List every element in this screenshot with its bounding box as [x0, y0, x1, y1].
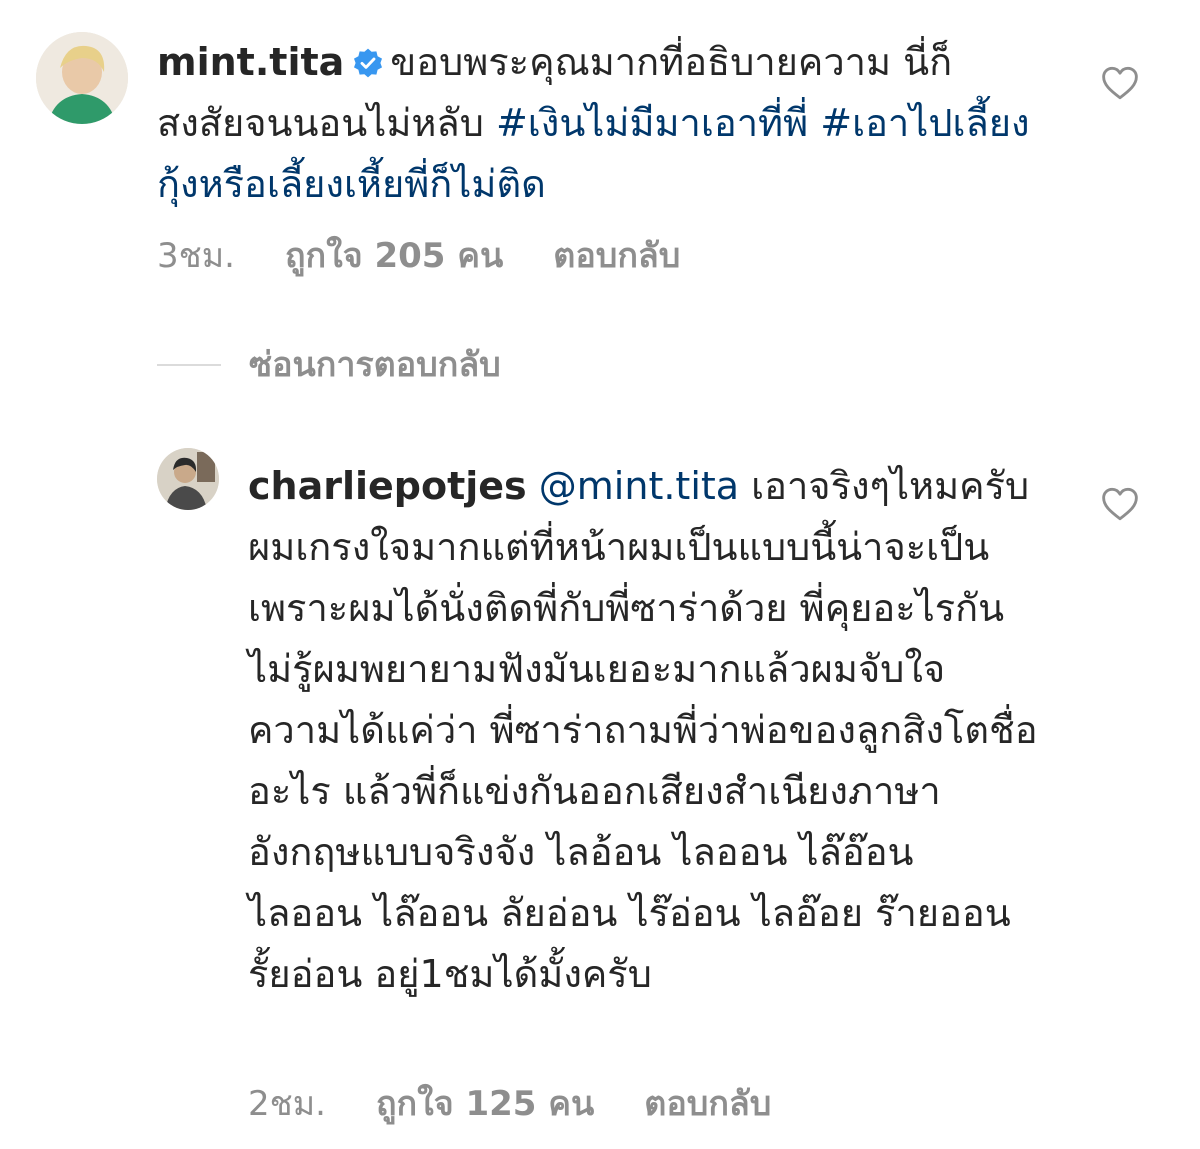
hashtag-link[interactable]: #เงินไม่มีมาเอาที่พี่	[496, 101, 808, 145]
reply-button[interactable]: ตอบกลับ	[644, 1084, 771, 1124]
reply-button[interactable]: ตอบกลับ	[553, 236, 680, 276]
comment-text: mint.tita ขอบพระคุณมากที่อธิบายความ นี่ก…	[157, 32, 1037, 215]
reply-meta: 2ชม. ถูกใจ 125 คน ตอบกลับ	[248, 1084, 821, 1124]
username[interactable]: charliepotjes	[248, 464, 527, 508]
likes-count[interactable]: ถูกใจ 125 คน	[376, 1084, 594, 1124]
verified-badge-icon	[352, 47, 384, 79]
avatar[interactable]	[157, 448, 219, 510]
reply-message: เอาจริงๆไหมครับผมเกรงใจมากแต่ที่หน้าผมเป…	[248, 464, 1038, 996]
avatar[interactable]	[36, 32, 128, 124]
username[interactable]: mint.tita	[157, 40, 344, 84]
comment-meta: 3ชม. ถูกใจ 205 คน ตอบกลับ	[157, 236, 730, 276]
mention-link[interactable]: @mint.tita	[539, 464, 739, 508]
hide-replies-label: ซ่อนการตอบกลับ	[249, 345, 501, 385]
divider-line	[157, 364, 221, 366]
comment: mint.tita ขอบพระคุณมากที่อธิบายความ นี่ก…	[0, 0, 1200, 300]
heart-outline-icon[interactable]	[1100, 65, 1140, 101]
likes-count[interactable]: ถูกใจ 205 คน	[285, 236, 503, 276]
timestamp: 3ชม.	[157, 236, 235, 276]
timestamp: 2ชม.	[248, 1084, 326, 1124]
reply-text: charliepotjes @mint.tita เอาจริงๆไหมครับ…	[248, 456, 1038, 1005]
reply: charliepotjes @mint.tita เอาจริงๆไหมครับ…	[0, 430, 1200, 1130]
hide-replies-button[interactable]: ซ่อนการตอบกลับ	[157, 345, 501, 385]
heart-outline-icon[interactable]	[1100, 486, 1140, 522]
